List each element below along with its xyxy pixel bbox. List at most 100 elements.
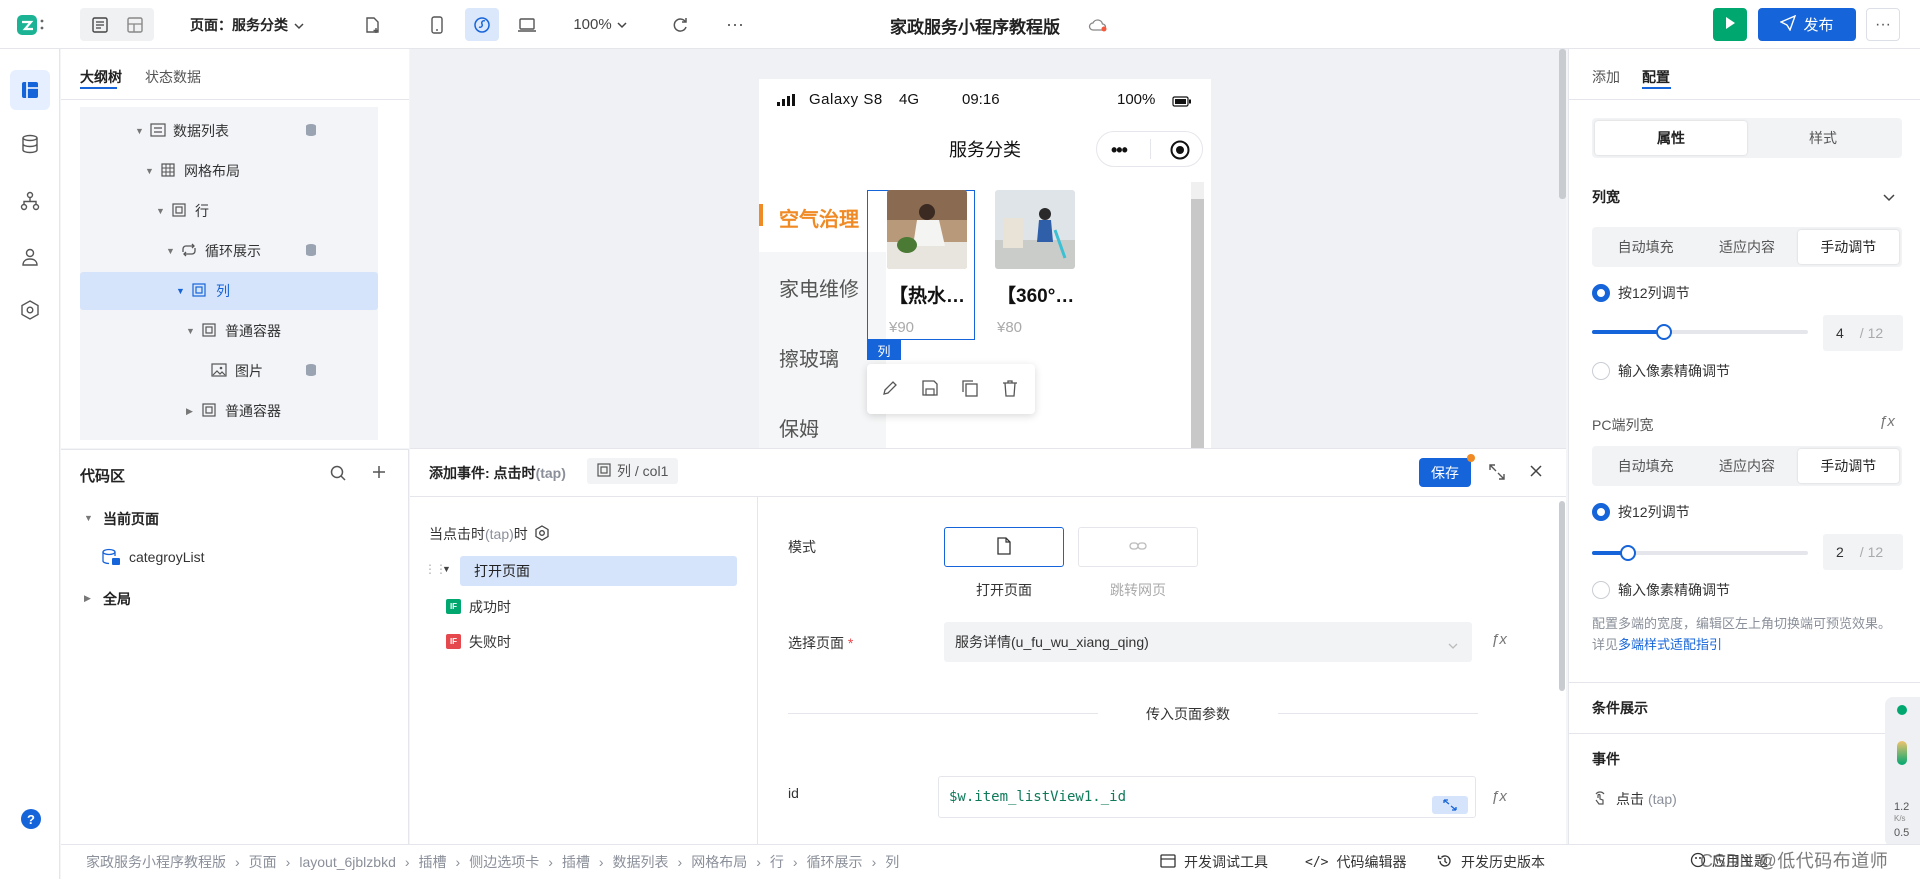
layout-view-icon[interactable]: [120, 8, 150, 41]
more-menu-button[interactable]: ···: [1866, 8, 1900, 41]
run-button[interactable]: [1713, 8, 1747, 41]
category-item[interactable]: 保姆: [779, 413, 819, 442]
mode-auto-fill[interactable]: 自动填充: [1595, 230, 1696, 264]
add-page-icon[interactable]: [357, 8, 387, 41]
col-width-input[interactable]: 4 / 12: [1823, 315, 1903, 351]
close-icon[interactable]: [1528, 463, 1544, 482]
category-item[interactable]: 擦玻璃: [779, 343, 839, 372]
mode-auto-fill[interactable]: 自动填充: [1595, 449, 1696, 483]
code-editor-button[interactable]: </> 代码编辑器: [1305, 852, 1406, 872]
breadcrumb-item[interactable]: 循环展示: [807, 852, 863, 872]
pc-width-slider[interactable]: [1592, 545, 1808, 561]
expand-icon[interactable]: [1488, 463, 1506, 484]
tree-node-grid-layout[interactable]: ▼ 网格布局: [80, 152, 378, 190]
trash-icon[interactable]: [1001, 379, 1019, 400]
pc-width-input[interactable]: 2 / 12: [1823, 534, 1903, 570]
canvas-scrollbar[interactable]: [1559, 49, 1566, 199]
tab-state-data[interactable]: 状态数据: [145, 67, 201, 87]
tree-node-image[interactable]: 图片: [80, 352, 378, 390]
refresh-icon[interactable]: [665, 8, 695, 41]
save-icon[interactable]: [921, 379, 939, 400]
tree-node-container[interactable]: ▼ 普通容器: [80, 312, 378, 350]
tree-node-row[interactable]: ▼ 行: [80, 192, 378, 230]
breadcrumb-item[interactable]: 数据列表: [613, 852, 669, 872]
page-selector[interactable]: 页面：服务分类: [182, 8, 312, 41]
copy-icon[interactable]: [961, 379, 979, 400]
tree-node-col[interactable]: ▼ 列: [80, 272, 378, 310]
global-node[interactable]: 全局: [103, 589, 131, 609]
event-click-item[interactable]: 点击 (tap): [1592, 789, 1677, 809]
radio-by12[interactable]: 按12列调节: [1592, 283, 1690, 303]
select-page-dropdown[interactable]: 服务详情(u_fu_wu_xiang_qing): [944, 622, 1472, 662]
fx-icon[interactable]: ƒx: [1491, 631, 1507, 648]
node-path[interactable]: 列 / col1: [587, 458, 679, 484]
breadcrumb-item[interactable]: 列: [885, 852, 899, 872]
page-view-icon[interactable]: [85, 8, 115, 41]
help-link[interactable]: 多端样式适配指引: [1618, 637, 1722, 652]
tree-node-loop[interactable]: ▼ 循环展示: [80, 232, 378, 270]
edit-icon[interactable]: [881, 379, 899, 400]
breadcrumb-item[interactable]: 插槽: [562, 852, 590, 872]
history-button[interactable]: 开发历史版本: [1437, 852, 1545, 872]
dev-tools-button[interactable]: 开发调试工具: [1160, 852, 1268, 872]
help-icon[interactable]: ?: [21, 809, 41, 829]
tab-config[interactable]: 配置: [1642, 67, 1670, 87]
category-item-active[interactable]: 空气治理: [779, 203, 859, 232]
slider-handle[interactable]: [1655, 324, 1672, 340]
flow-icon[interactable]: [20, 191, 40, 214]
database-icon[interactable]: [20, 134, 40, 157]
branch-fail[interactable]: 失败时: [469, 632, 511, 652]
mobile-preview-icon[interactable]: [420, 8, 454, 41]
breadcrumb-item[interactable]: 行: [770, 852, 784, 872]
tree-node-data-list[interactable]: ▼ 数据列表: [80, 112, 378, 150]
breadcrumb-item[interactable]: 网格布局: [691, 852, 747, 872]
breadcrumb-item[interactable]: 家政服务小程序教程版: [86, 852, 226, 872]
branch-success[interactable]: 成功时: [469, 597, 511, 617]
gear-icon[interactable]: [534, 524, 550, 544]
fx-icon[interactable]: ƒx: [1879, 413, 1895, 430]
mode-fit-content[interactable]: 适应内容: [1696, 449, 1797, 483]
expand-editor-icon[interactable]: [1432, 796, 1468, 814]
zoom-selector[interactable]: 100%: [570, 8, 630, 41]
radio-pixel-pc[interactable]: 输入像素精确调节: [1592, 580, 1730, 600]
slider-handle[interactable]: [1620, 545, 1637, 561]
mode-manual[interactable]: 手动调节: [1797, 449, 1899, 483]
mode-jump-web-option[interactable]: [1078, 527, 1198, 567]
breadcrumb-item[interactable]: 插槽: [419, 852, 447, 872]
settings-hex-icon[interactable]: [20, 300, 40, 323]
breadcrumb-item[interactable]: 侧边选项卡: [469, 852, 539, 872]
action-open-page[interactable]: 打开页面: [460, 556, 737, 586]
breadcrumb-item[interactable]: 页面: [249, 852, 277, 872]
mode-open-page-option[interactable]: [944, 527, 1064, 567]
col-width-slider[interactable]: [1592, 324, 1808, 340]
outline-icon[interactable]: [10, 70, 50, 110]
chevron-down-icon[interactable]: [1883, 189, 1895, 205]
breadcrumb-item[interactable]: layout_6jblzbkd: [299, 854, 396, 870]
users-icon[interactable]: [20, 247, 40, 270]
save-button[interactable]: 保存: [1419, 458, 1471, 487]
tree-node-container-2[interactable]: ▶ 普通容器: [80, 392, 378, 430]
miniprogram-preview-icon[interactable]: [465, 8, 499, 41]
publish-button[interactable]: 发布: [1758, 8, 1856, 41]
add-icon[interactable]: [371, 464, 387, 483]
tab-styles[interactable]: 样式: [1747, 121, 1899, 155]
fx-icon[interactable]: ƒx: [1491, 788, 1507, 805]
tab-properties[interactable]: 属性: [1595, 121, 1747, 155]
capsule-button[interactable]: •••: [1096, 131, 1203, 167]
category-item[interactable]: 家电维修: [779, 273, 859, 302]
tab-add[interactable]: 添加: [1592, 67, 1620, 87]
tab-outline[interactable]: 大纲树: [80, 67, 122, 87]
param-value-input[interactable]: $w.item_listView1._id: [938, 776, 1476, 818]
event-scrollbar[interactable]: [1559, 501, 1565, 691]
more-icon[interactable]: ···: [720, 8, 750, 41]
search-icon[interactable]: [329, 464, 347, 485]
pc-preview-icon[interactable]: [510, 8, 544, 41]
radio-by12-pc[interactable]: 按12列调节: [1592, 502, 1690, 522]
mode-fit-content[interactable]: 适应内容: [1696, 230, 1797, 264]
current-page-node[interactable]: 当前页面: [103, 509, 159, 529]
code-item[interactable]: categroyList: [129, 549, 204, 565]
phone-scrollbar-thumb[interactable]: [1191, 199, 1204, 449]
terminal-icon: [1160, 853, 1176, 871]
radio-pixel[interactable]: 输入像素精确调节: [1592, 361, 1730, 381]
mode-manual[interactable]: 手动调节: [1797, 230, 1899, 264]
